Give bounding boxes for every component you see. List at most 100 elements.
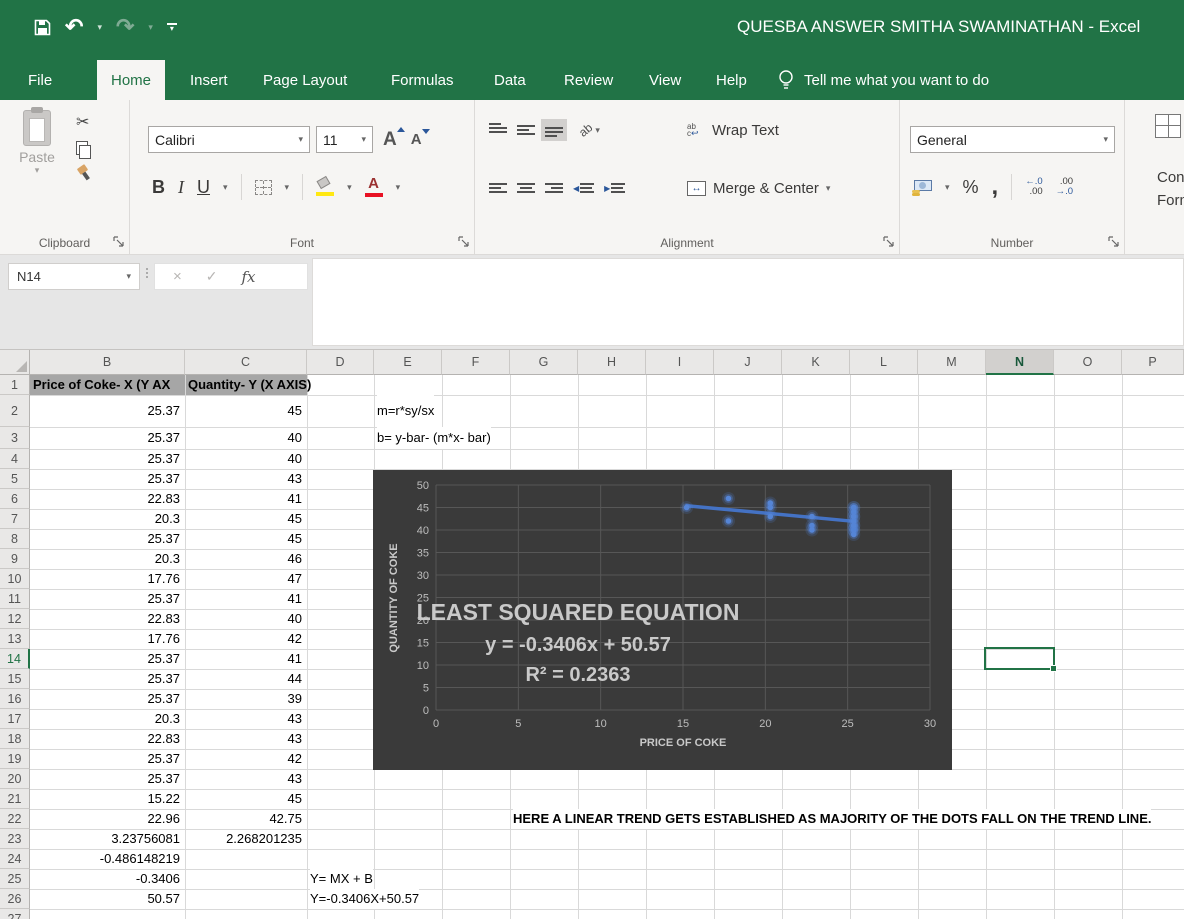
italic-button[interactable]: I	[178, 177, 184, 198]
formula-bar-handle[interactable]	[146, 268, 148, 278]
row-header-3[interactable]: 3	[0, 427, 30, 449]
scatter-chart[interactable]: 05101520253035404550051015202530LEAST SQ…	[373, 470, 952, 770]
copy-icon[interactable]	[76, 141, 90, 157]
cell-C8[interactable]: 45	[185, 529, 302, 549]
column-header-L[interactable]: L	[850, 350, 918, 375]
row-header-18[interactable]: 18	[0, 729, 30, 749]
cell-C13[interactable]: 42	[185, 629, 302, 649]
number-format-select[interactable]: General ▾	[910, 126, 1115, 153]
cancel-icon[interactable]: ×	[173, 268, 182, 285]
cell-C9[interactable]: 46	[185, 549, 302, 569]
cell-B1[interactable]: Price of Coke- X (Y AX	[33, 375, 185, 395]
column-header-O[interactable]: O	[1054, 350, 1122, 375]
tab-review[interactable]: Review	[550, 60, 627, 100]
accounting-format-icon[interactable]	[912, 180, 932, 194]
column-header-H[interactable]: H	[578, 350, 646, 375]
wrap-text-button[interactable]: ab c↩ Wrap Text	[687, 122, 779, 139]
number-dialog-launcher-icon[interactable]	[1108, 236, 1120, 248]
merge-center-button[interactable]: ↔ Merge & Center ▾	[687, 180, 830, 197]
cell-C16[interactable]: 39	[185, 689, 302, 709]
enter-icon[interactable]: ✓	[206, 268, 218, 285]
align-left-button[interactable]	[489, 181, 507, 195]
column-header-M[interactable]: M	[918, 350, 986, 375]
cell-B5[interactable]: 25.37	[30, 469, 180, 489]
decrease-indent-button[interactable]: ◀	[573, 181, 594, 195]
cell-C17[interactable]: 43	[185, 709, 302, 729]
font-color-dropdown-icon[interactable]: ▾	[396, 182, 401, 193]
column-header-C[interactable]: C	[185, 350, 307, 375]
paste-button[interactable]: Paste ▾	[8, 110, 66, 176]
bottom-align-button[interactable]	[545, 123, 563, 137]
row-header-6[interactable]: 6	[0, 489, 30, 509]
cell-E2[interactable]: m=r*sy/sx	[377, 395, 434, 427]
cell-C2[interactable]: 45	[185, 395, 302, 427]
cell-B26[interactable]: 50.57	[30, 889, 180, 909]
formula-input[interactable]	[312, 258, 1184, 346]
cell-C6[interactable]: 41	[185, 489, 302, 509]
cell-B24[interactable]: -0.486148219	[30, 849, 180, 869]
font-color-icon[interactable]: A	[365, 177, 383, 197]
top-align-button[interactable]	[489, 123, 507, 137]
cell-B15[interactable]: 25.37	[30, 669, 180, 689]
cell-C3[interactable]: 40	[185, 427, 302, 449]
row-header-23[interactable]: 23	[0, 829, 30, 849]
column-header-F[interactable]: F	[442, 350, 510, 375]
font-size-select[interactable]: 11 ▾	[316, 126, 373, 153]
cell-B21[interactable]: 15.22	[30, 789, 180, 809]
fill-color-dropdown-icon[interactable]: ▾	[347, 182, 352, 193]
conditional-formatting-icon[interactable]	[1155, 114, 1181, 138]
format-painter-icon[interactable]	[76, 166, 90, 180]
column-header-I[interactable]: I	[646, 350, 714, 375]
shrink-font-button[interactable]: A	[407, 131, 426, 148]
font-dialog-launcher-icon[interactable]	[458, 236, 470, 248]
row-header-20[interactable]: 20	[0, 769, 30, 789]
font-name-select[interactable]: Calibri ▾	[148, 126, 310, 153]
decrease-decimal-button[interactable]: .00 →.0	[1056, 177, 1073, 197]
alignment-dialog-launcher-icon[interactable]	[883, 236, 895, 248]
percent-style-button[interactable]: %	[963, 177, 979, 198]
row-header-10[interactable]: 10	[0, 569, 30, 589]
row-header-1[interactable]: 1	[0, 375, 30, 395]
cell-C14[interactable]: 41	[185, 649, 302, 669]
row-header-27[interactable]: 27	[0, 909, 30, 919]
save-icon[interactable]	[34, 19, 51, 36]
cell-C20[interactable]: 43	[185, 769, 302, 789]
tab-home[interactable]: Home	[97, 60, 165, 100]
name-box[interactable]: N14 ▾	[8, 263, 140, 290]
increase-indent-button[interactable]: ▶	[604, 181, 625, 195]
bold-button[interactable]: B	[152, 177, 165, 198]
row-header-24[interactable]: 24	[0, 849, 30, 869]
cell-B9[interactable]: 20.3	[30, 549, 180, 569]
row-header-14[interactable]: 14	[0, 649, 30, 669]
column-header-N[interactable]: N	[986, 350, 1054, 375]
cell-C10[interactable]: 47	[185, 569, 302, 589]
tab-view[interactable]: View	[635, 60, 695, 100]
cell-B11[interactable]: 25.37	[30, 589, 180, 609]
tab-page-layout[interactable]: Page Layout	[249, 60, 361, 100]
column-header-J[interactable]: J	[714, 350, 782, 375]
cell-C4[interactable]: 40	[185, 449, 302, 469]
cut-icon[interactable]: ✂	[76, 112, 90, 132]
column-header-B[interactable]: B	[30, 350, 185, 375]
select-all-corner[interactable]	[0, 350, 30, 375]
cell-B8[interactable]: 25.37	[30, 529, 180, 549]
cell-C11[interactable]: 41	[185, 589, 302, 609]
cell-C23[interactable]: 2.268201235	[185, 829, 302, 849]
tab-formulas[interactable]: Formulas	[377, 60, 468, 100]
row-header-12[interactable]: 12	[0, 609, 30, 629]
fill-handle[interactable]	[1050, 665, 1057, 672]
tab-data[interactable]: Data	[480, 60, 540, 100]
fill-color-icon[interactable]	[316, 178, 334, 196]
row-header-13[interactable]: 13	[0, 629, 30, 649]
cell-B3[interactable]: 25.37	[30, 427, 180, 449]
row-header-5[interactable]: 5	[0, 469, 30, 489]
tab-insert[interactable]: Insert	[176, 60, 242, 100]
row-header-7[interactable]: 7	[0, 509, 30, 529]
cell-C21[interactable]: 45	[185, 789, 302, 809]
row-header-25[interactable]: 25	[0, 869, 30, 889]
grow-font-button[interactable]: A	[379, 129, 401, 151]
insert-function-icon[interactable]: fx	[242, 268, 256, 286]
cell-C19[interactable]: 42	[185, 749, 302, 769]
comma-style-button[interactable]: ,	[992, 182, 999, 192]
undo-icon[interactable]: ↶	[65, 14, 83, 40]
